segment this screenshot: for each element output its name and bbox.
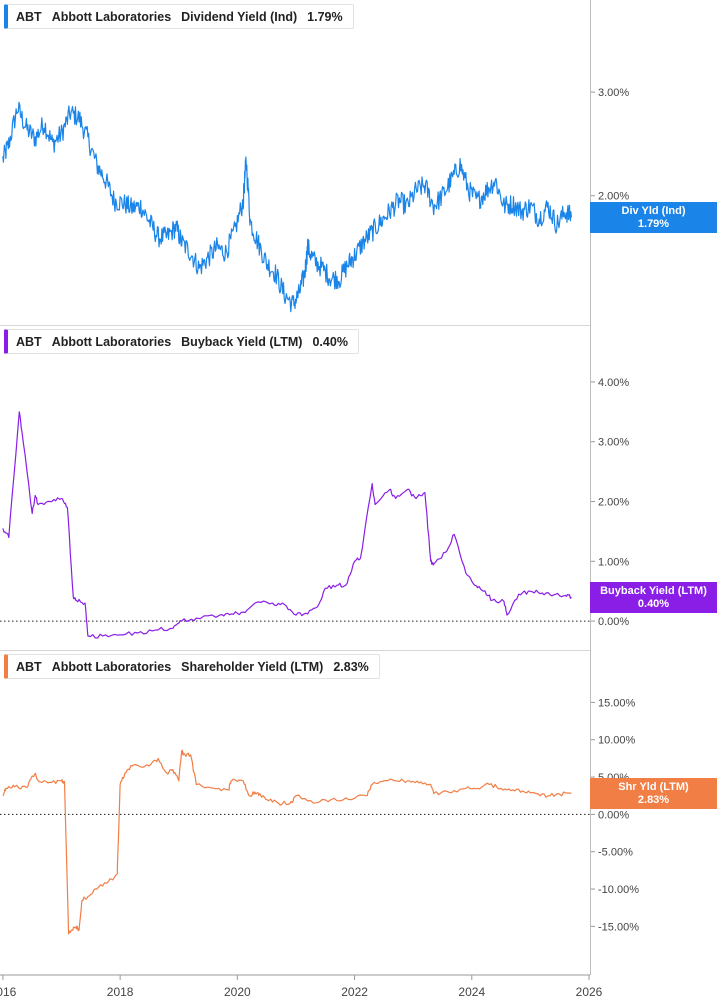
metric-label: Buyback Yield (LTM) bbox=[181, 334, 303, 349]
ticker-label: ABT bbox=[16, 334, 42, 349]
x-tick-label: 2020 bbox=[224, 985, 251, 999]
y-tick-label: 15.00% bbox=[598, 697, 636, 709]
value-tag-buyback: Buyback Yield (LTM) 0.40% bbox=[590, 582, 717, 614]
y-tick-label: 3.00% bbox=[598, 437, 629, 449]
x-tick-label: 2024 bbox=[458, 985, 485, 999]
y-tick-label: 0.00% bbox=[598, 616, 629, 628]
company-label: Abbott Laboratories bbox=[51, 659, 172, 674]
y-tick-label: 0.00% bbox=[598, 809, 629, 821]
panel-divider bbox=[0, 325, 590, 326]
series-line bbox=[2, 749, 572, 935]
x-tick-label: 2026 bbox=[576, 985, 603, 999]
x-tick-label: 2018 bbox=[107, 985, 134, 999]
metric-label: Dividend Yield (Ind) bbox=[181, 9, 298, 24]
y-tick-label: 2.00% bbox=[598, 496, 629, 508]
ticker-label: ABT bbox=[16, 9, 42, 24]
panel-divider bbox=[0, 650, 590, 651]
panel-header-shareholder: ABT Abbott Laboratories Shareholder Yiel… bbox=[4, 654, 380, 679]
x-tick-label: 2022 bbox=[341, 985, 368, 999]
company-label: Abbott Laboratories bbox=[51, 334, 172, 349]
tag-label: Div Yld (Ind) bbox=[621, 204, 686, 217]
ticker-label: ABT bbox=[16, 659, 42, 674]
tag-value: 1.79% bbox=[637, 217, 670, 230]
chart-canvas: 3.00% 2.00% 4.00% 3.00% 2.00% 1.00% 0.00% 15.00… bbox=[0, 87, 639, 999]
value-tag-dividend: Div Yld (Ind) 1.79% bbox=[590, 202, 717, 234]
panel-header-dividend: ABT Abbott Laboratories Dividend Yield (… bbox=[4, 4, 354, 29]
tag-label: Shr Yld (LTM) bbox=[618, 780, 689, 793]
y-tick-label: -5.00% bbox=[598, 847, 633, 859]
panel-header-buyback: ABT Abbott Laboratories Buyback Yield (L… bbox=[4, 329, 359, 354]
company-label: Abbott Laboratories bbox=[51, 9, 172, 24]
tag-value: 0.40% bbox=[637, 597, 670, 610]
y-tick-label: -10.00% bbox=[598, 884, 639, 896]
y-tick-label: 4.00% bbox=[598, 377, 629, 389]
y-tick-label: 2.00% bbox=[598, 191, 629, 203]
y-tick-label: 10.00% bbox=[598, 735, 636, 747]
plot-right-border bbox=[590, 0, 591, 975]
x-tick-label: 2016 bbox=[0, 985, 17, 999]
y-tick-label: -15.00% bbox=[598, 921, 639, 933]
series-line bbox=[2, 101, 572, 313]
y-tick-label: 1.00% bbox=[598, 556, 629, 568]
current-value: 2.83% bbox=[333, 659, 369, 674]
current-value: 1.79% bbox=[307, 9, 343, 24]
series-line bbox=[2, 411, 572, 639]
value-tag-shareholder: Shr Yld (LTM) 2.83% bbox=[590, 778, 717, 810]
y-tick-label: 3.00% bbox=[598, 87, 629, 99]
current-value: 0.40% bbox=[312, 334, 348, 349]
metric-label: Shareholder Yield (LTM) bbox=[181, 659, 324, 674]
tag-value: 2.83% bbox=[637, 793, 670, 806]
tag-label: Buyback Yield (LTM) bbox=[600, 584, 707, 597]
